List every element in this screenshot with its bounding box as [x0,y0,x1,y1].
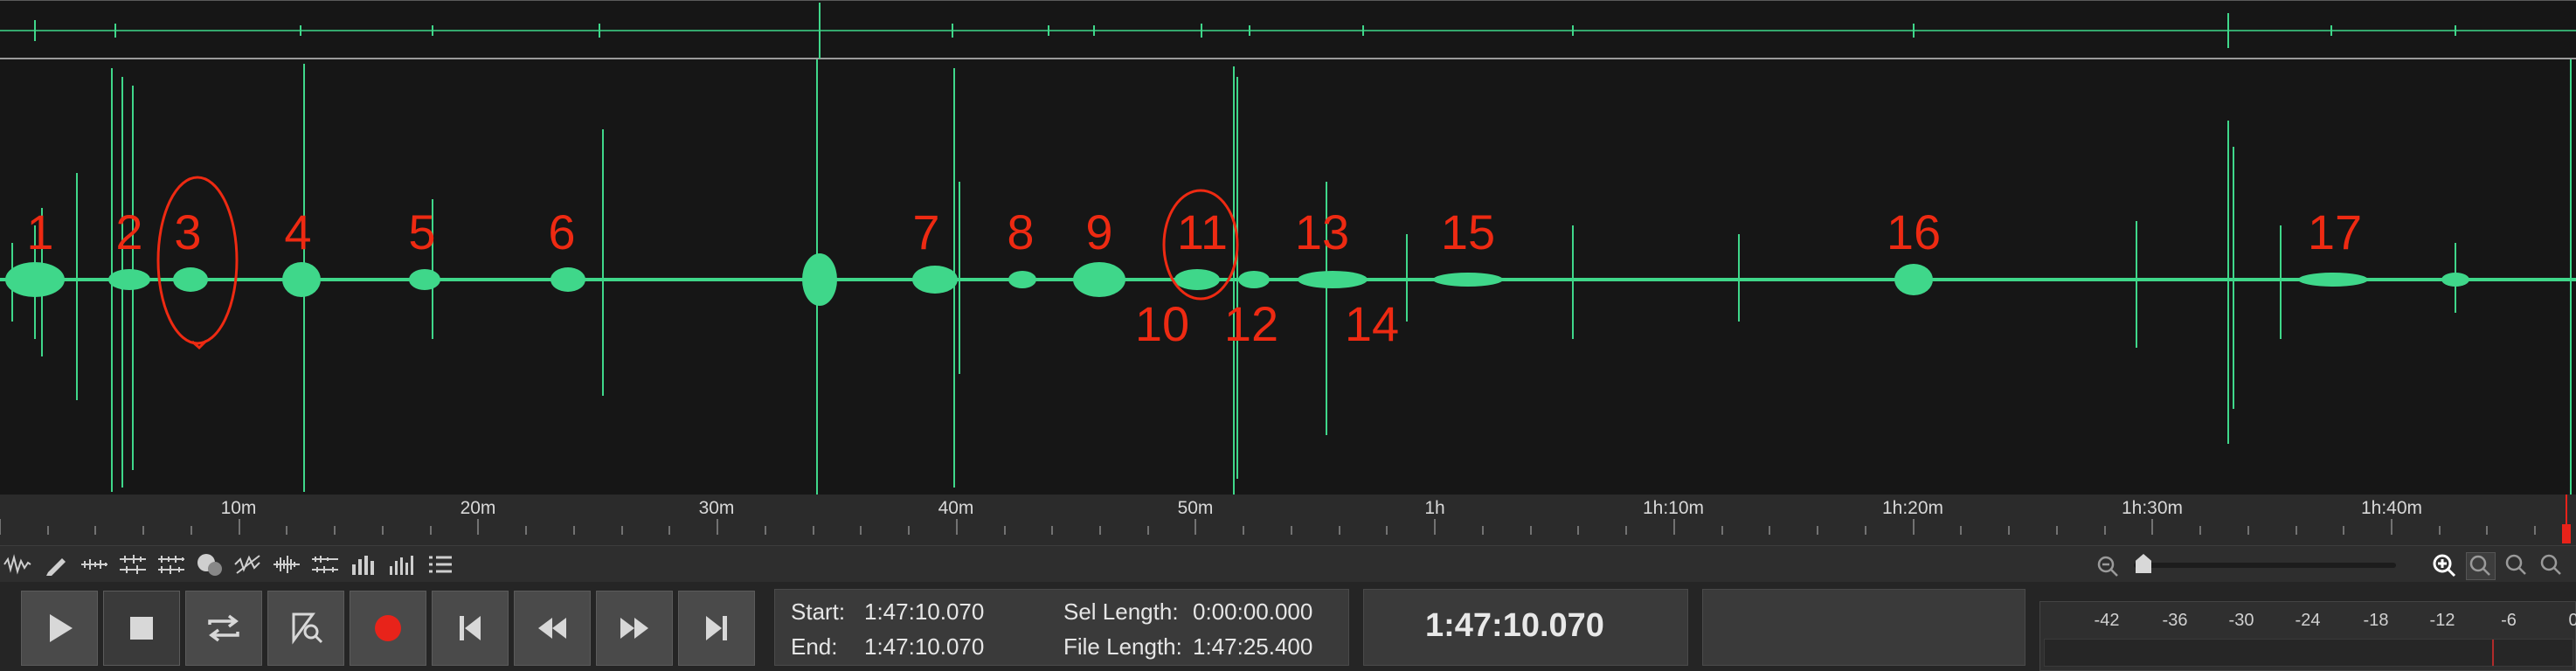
sel-length-label: Sel Length: [1063,598,1179,625]
timeline-label: 50m [1177,498,1214,518]
start-value[interactable]: 1:47:10.070 [864,598,984,626]
timeline-label: 1h:10m [1642,498,1705,518]
waveform-view[interactable]: 1 2 3 4 5 6 7 8 9 11 13 15 16 17 10 12 1… [0,59,2576,495]
level-bars-icon[interactable] [346,550,381,579]
spectral-icon[interactable] [77,550,112,579]
fade-icon[interactable] [269,550,304,579]
marker-label: 4 [284,204,312,259]
marker-label: 16 [1886,204,1942,259]
skip-start-button[interactable] [432,591,509,666]
marker-label: 14 [1344,296,1400,351]
marker-label: 2 [115,204,143,259]
marker-label: 6 [548,204,576,259]
timeline-label: 10m [220,498,257,518]
fast-forward-icon [620,618,648,639]
loop-icon [208,614,239,642]
meter-label: -12 [2429,611,2455,630]
marker-label: 11 [1176,204,1229,259]
list-icon[interactable] [423,550,458,579]
meter-label: -6 [2501,611,2517,630]
meter-label: -30 [2228,611,2254,630]
marker-label: 12 [1223,296,1279,351]
file-length-label: File Length: [1063,633,1182,660]
timeline-ticks [0,495,2571,543]
silence-icon[interactable] [231,550,266,579]
loop-button[interactable] [185,591,262,666]
timeline-label: 1h:30m [2121,498,2184,518]
marker-label: 15 [1440,204,1496,259]
zoom-slider-thumb[interactable] [2136,554,2151,573]
timeline-ruler[interactable]: 10m 20m 30m 40m 50m 1h 1h:10m 1h:20m 1h:… [0,495,2576,545]
zoom-selection-icon[interactable] [2466,552,2496,580]
skip-start-icon [460,616,481,640]
zoom-out-icon[interactable] [2095,554,2120,583]
stop-button[interactable] [103,591,180,666]
normalize-icon[interactable] [308,550,343,579]
playhead-marker[interactable] [2562,524,2571,543]
skip-end-icon [706,616,727,640]
scrub-icon [292,612,323,645]
overview-waveform[interactable] [0,0,2576,59]
record-icon [375,615,401,641]
sel-length-value[interactable]: 0:00:00.000 [1193,598,1312,626]
meter-label: -24 [2295,611,2321,630]
marker-label: 10 [1134,296,1190,351]
record-button[interactable] [350,591,426,666]
level-meter: -42 -36 -30 -24 -18 -12 -6 0 [2039,601,2576,671]
marker-label: 17 [2307,204,2363,259]
pencil-icon[interactable] [38,550,73,579]
zoom-controls [2088,550,2576,580]
timeline-label: 1h [1424,498,1445,518]
file-length-value: 1:47:25.400 [1193,633,1313,660]
loop-tool-icon[interactable] [154,550,189,579]
frequency-bars-icon[interactable] [384,550,419,579]
start-label: Start: [791,598,846,625]
timeline-label: 20m [460,498,496,518]
marker-label: 13 [1294,204,1350,259]
timeline-label: 30m [698,498,735,518]
help-icon[interactable] [192,550,227,579]
scrub-button[interactable] [267,591,344,666]
overview-waveform-svg [0,3,2576,59]
timeline-label: 1h:20m [1881,498,1944,518]
stop-icon [130,617,153,640]
marker-label: 8 [1007,204,1035,259]
waveform-transients [11,59,2572,495]
timeline-label: 40m [938,498,974,518]
zoom-in-icon[interactable] [2431,552,2457,583]
meter-bar [2044,639,2573,667]
rewind-button[interactable] [514,591,591,666]
zoom-slider[interactable] [2134,554,2396,573]
timeline-label: 1h:40m [2360,498,2423,518]
play-icon [50,614,73,642]
waveform-icon[interactable] [0,550,35,579]
play-button[interactable] [21,591,98,666]
multitrack-icon[interactable] [115,550,150,579]
meter-peak-marker [2492,640,2494,666]
meter-label: -18 [2363,611,2389,630]
transport-bar: Start: 1:47:10.070 End: 1:47:10.070 Sel … [0,582,2576,671]
marker-label: 7 [912,204,940,259]
marker-label: 1 [26,204,54,259]
marker-label: 5 [408,204,436,259]
circle-annotation-3 [156,176,239,345]
waveform-svg [0,59,2576,495]
meter-label: -36 [2162,611,2188,630]
fast-forward-button[interactable] [596,591,673,666]
end-value[interactable]: 1:47:10.070 [864,633,984,661]
meter-label: 0 [2568,611,2576,630]
zoom-fit-icon[interactable] [2503,552,2529,583]
meter-label: -42 [2094,611,2120,630]
skip-end-button[interactable] [678,591,755,666]
position-display-panel: 1:47:10.070 [1363,589,1688,666]
position-display: 1:47:10.070 [1425,607,1604,644]
selection-info-panel: Start: 1:47:10.070 End: 1:47:10.070 Sel … [774,589,1349,666]
marker-label: 9 [1085,204,1113,259]
rewind-icon [538,618,566,639]
zoom-all-icon[interactable] [2538,552,2564,583]
status-panel [1702,589,2025,666]
end-label: End: [791,633,838,660]
marker-label: 3 [174,204,202,259]
